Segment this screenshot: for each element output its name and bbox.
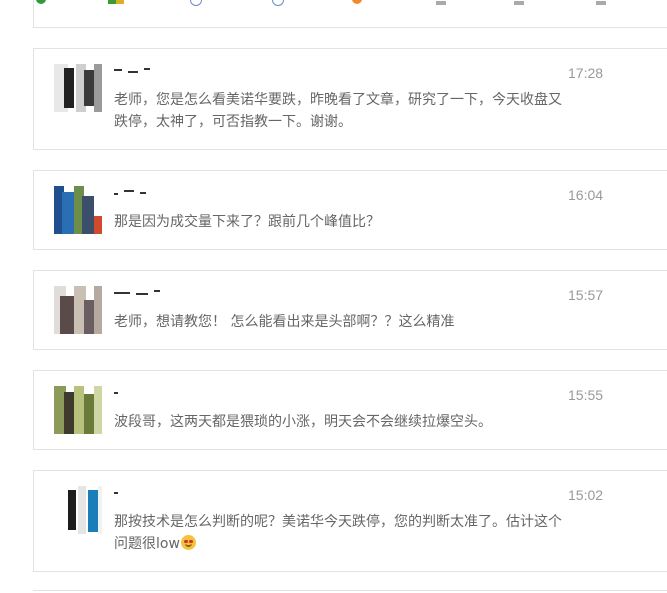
comment-card: 17:28 老师，您是怎么看美诺华要跌，昨晚看了文章，研究了一下，今天收盘又跌停… <box>33 48 667 150</box>
username-obscured[interactable] <box>114 187 174 199</box>
comment-time: 15:57 <box>568 287 604 303</box>
smiling-face-with-heart-eyes-icon <box>180 535 196 550</box>
comment-time: 15:02 <box>568 487 604 503</box>
comment-text: 老师，想请教您！ 怎么能看出来是头部啊？？这么精准 <box>114 314 455 330</box>
avatar[interactable] <box>54 64 102 112</box>
comment-card: 16:04 那是因为成交量下来了？跟前几个峰值比？ <box>33 170 667 250</box>
comment-time: 16:04 <box>568 187 604 203</box>
comment-text: 那是因为成交量下来了？跟前几个峰值比？ <box>114 214 380 230</box>
comment-card: 15:57 老师，想请教您！ 怎么能看出来是头部啊？？这么精准 <box>33 270 667 350</box>
username-obscured[interactable] <box>114 387 174 399</box>
comment-card: 15:02 那按技术是怎么判断的呢？美诺华今天跌停，您的判断太准了。估计这个问题… <box>33 470 667 572</box>
username-obscured[interactable] <box>114 65 174 77</box>
comment-time: 15:55 <box>568 387 604 403</box>
avatar[interactable] <box>54 386 102 434</box>
divider <box>33 590 667 591</box>
comment-text: 波段哥，这两天都是猥琐的小涨，明天会不会继续拉爆空头。 <box>114 414 492 430</box>
username-obscured[interactable] <box>114 287 174 299</box>
comment-text: 那按技术是怎么判断的呢？美诺华今天跌停，您的判断太准了。估计这个问题很low <box>114 511 574 555</box>
comment-time: 17:28 <box>568 65 604 81</box>
comment-text: 老师，您是怎么看美诺华要跌，昨晚看了文章，研究了一下，今天收盘又跌停，太神了，可… <box>114 92 562 130</box>
comment-card: 15:55 波段哥，这两天都是猥琐的小涨，明天会不会继续拉爆空头。 <box>33 370 667 450</box>
username-obscured[interactable] <box>114 487 174 499</box>
avatar[interactable] <box>54 286 102 334</box>
avatar[interactable] <box>54 186 102 234</box>
previous-comment-card <box>33 0 667 28</box>
avatar[interactable] <box>54 486 102 534</box>
